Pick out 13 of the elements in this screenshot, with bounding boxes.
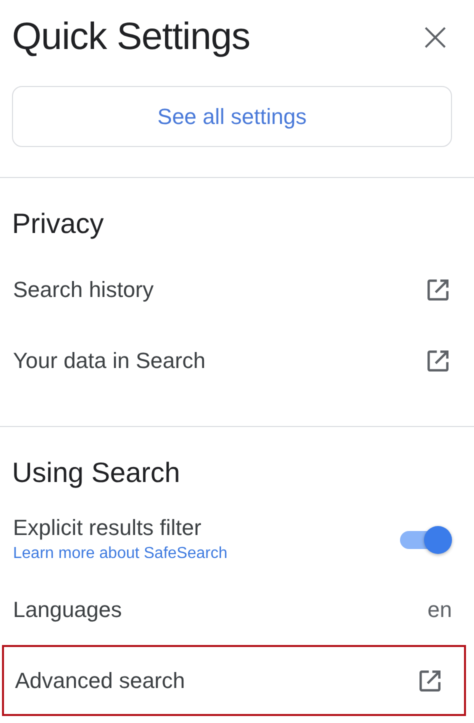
close-button[interactable]: × (414, 17, 456, 57)
setting-label: Your data in Search (13, 348, 206, 374)
setting-value: en (428, 596, 452, 622)
see-all-settings-button[interactable]: See all settings (12, 86, 452, 147)
setting-label: Advanced search (15, 668, 185, 694)
setting-label: Languages (13, 596, 122, 622)
section-heading: Using Search (11, 456, 182, 490)
section-heading: Privacy (11, 207, 105, 241)
panel-title: Quick Settings (12, 16, 250, 58)
setting-label: Explicit results filter (13, 514, 202, 540)
setting-label: Search history (13, 276, 154, 302)
toggle-switch[interactable] (398, 526, 452, 552)
learn-more-link[interactable]: Learn more about SafeSearch (13, 544, 228, 562)
